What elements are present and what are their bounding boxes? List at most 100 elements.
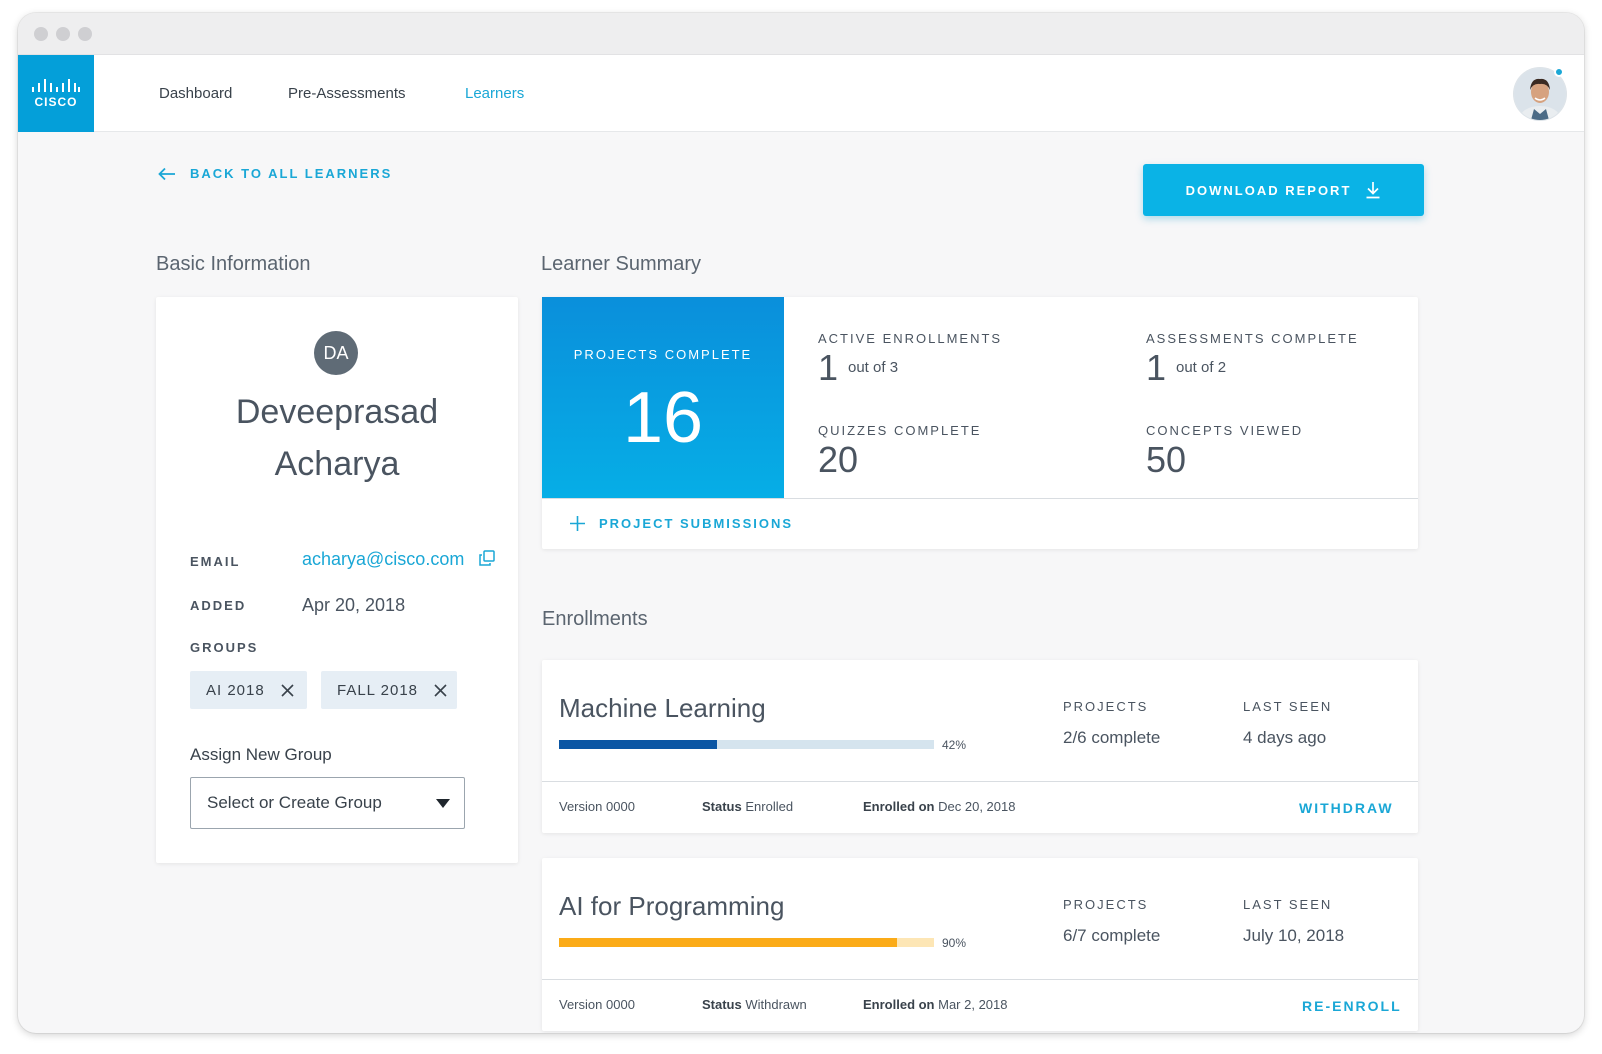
progress-percent: 42% xyxy=(942,738,967,752)
status-label: Status xyxy=(702,799,742,814)
projects-complete-value: 16 xyxy=(622,378,704,458)
basic-information-title: Basic Information xyxy=(156,253,311,275)
progress-bar xyxy=(559,740,934,749)
download-button-label: DOWNLOAD REPORT xyxy=(1185,182,1352,198)
enrolled-label: Enrolled on xyxy=(863,799,935,814)
enrolled-date: Dec 20, 2018 xyxy=(938,799,1016,814)
learner-summary-title: Learner Summary xyxy=(541,253,702,275)
last-seen-value: July 10, 2018 xyxy=(1243,926,1345,945)
window-minimize-dot[interactable] xyxy=(56,27,70,41)
version-label: Version xyxy=(559,997,603,1012)
projects-complete-tile: PROJECTS COMPLETE 16 xyxy=(542,297,784,498)
active-enrollments-total: out of 3 xyxy=(848,359,899,376)
quizzes-complete-label: QUIZZES COMPLETE xyxy=(818,423,982,438)
withdraw-button[interactable]: WITHDRAW xyxy=(1299,800,1394,816)
cisco-bars-icon xyxy=(32,79,80,92)
initials-avatar: DA xyxy=(314,331,358,375)
course-title[interactable]: AI for Programming xyxy=(559,891,784,922)
enrollments-title: Enrollments xyxy=(542,608,648,630)
online-status-dot xyxy=(1554,67,1564,77)
email-link[interactable]: acharya@cisco.com xyxy=(302,549,464,570)
projects-label: PROJECTS xyxy=(1063,699,1149,714)
close-icon[interactable] xyxy=(434,683,447,697)
last-seen-label: LAST SEEN xyxy=(1243,897,1333,912)
progress-fill xyxy=(559,938,897,947)
learner-first-name: Deveeprasad xyxy=(235,393,439,431)
enrollment-divider xyxy=(542,781,1418,782)
close-icon[interactable] xyxy=(281,683,294,697)
version-info: Version 0000 xyxy=(559,799,635,814)
logo-text: CISCO xyxy=(34,95,78,109)
version-value: 0000 xyxy=(606,997,635,1012)
group-chip: FALL 2018 xyxy=(321,671,457,709)
added-date: Apr 20, 2018 xyxy=(302,595,406,615)
enrollment-divider xyxy=(542,979,1418,980)
progress-fill xyxy=(559,740,717,749)
projects-progress: 2/6 complete xyxy=(1063,728,1161,747)
enrollment-card: AI for Programming 90% PROJECTS 6/7 comp… xyxy=(542,858,1418,1031)
quizzes-complete-value: 20 xyxy=(818,439,859,480)
basic-information-card: DA Deveeprasad Acharya EMAIL acharya@cis… xyxy=(156,297,518,863)
version-label: Version xyxy=(559,799,603,814)
enrolled-info: Enrolled on Dec 20, 2018 xyxy=(863,799,1015,814)
active-enrollments-label: ACTIVE ENROLLMENTS xyxy=(818,331,1003,346)
last-seen-label: LAST SEEN xyxy=(1243,699,1333,714)
status-info: Status Withdrawn xyxy=(702,997,807,1012)
course-title[interactable]: Machine Learning xyxy=(559,693,766,724)
status-info: Status Enrolled xyxy=(702,799,793,814)
enrolled-info: Enrolled on Mar 2, 2018 xyxy=(863,997,1008,1012)
last-seen-value: 4 days ago xyxy=(1243,728,1327,747)
window-maximize-dot[interactable] xyxy=(78,27,92,41)
plus-icon xyxy=(570,516,585,531)
group-chip: AI 2018 xyxy=(190,671,307,709)
group-select[interactable]: Select or Create Group xyxy=(190,777,465,829)
project-submissions-label: PROJECT SUBMISSIONS xyxy=(599,516,794,531)
assessments-complete-total: out of 2 xyxy=(1176,359,1227,376)
active-enrollments-value: 1 xyxy=(818,347,839,388)
projects-complete-label: PROJECTS COMPLETE xyxy=(573,347,753,362)
groups-label: GROUPS xyxy=(190,640,259,655)
top-navigation: CISCO Dashboard Pre-Assessments Learners xyxy=(18,55,1584,132)
learner-last-name: Acharya xyxy=(274,445,400,483)
arrow-left-icon xyxy=(158,167,175,180)
status-value: Enrolled xyxy=(745,799,794,814)
copy-icon[interactable] xyxy=(479,550,495,566)
version-value: 0000 xyxy=(606,799,635,814)
enrollment-card: Machine Learning 42% PROJECTS 2/6 comple… xyxy=(542,660,1418,833)
cisco-logo[interactable]: CISCO xyxy=(18,55,94,132)
caret-down-icon xyxy=(436,799,450,808)
progress-bar xyxy=(559,938,934,947)
status-value: Withdrawn xyxy=(745,997,807,1012)
group-chip-label: FALL 2018 xyxy=(337,681,419,699)
nav-dashboard[interactable]: Dashboard xyxy=(159,85,232,102)
progress-percent: 90% xyxy=(942,936,967,950)
assessments-complete-value: 1 xyxy=(1146,347,1167,388)
email-label: EMAIL xyxy=(190,554,241,569)
back-link-label: BACK TO ALL LEARNERS xyxy=(190,166,393,181)
status-label: Status xyxy=(702,997,742,1012)
project-submissions-toggle[interactable]: PROJECT SUBMISSIONS xyxy=(570,516,793,531)
window-close-dot[interactable] xyxy=(34,27,48,41)
concepts-viewed-label: CONCEPTS VIEWED xyxy=(1146,423,1304,438)
projects-label: PROJECTS xyxy=(1063,897,1149,912)
re-enroll-button[interactable]: RE-ENROLL xyxy=(1302,998,1402,1014)
summary-divider xyxy=(542,498,1418,499)
group-chip-label: AI 2018 xyxy=(206,681,265,699)
enrolled-label: Enrolled on xyxy=(863,997,935,1012)
assign-group-label: Assign New Group xyxy=(190,745,332,764)
window-chrome xyxy=(18,13,1584,55)
download-report-button[interactable]: DOWNLOAD REPORT xyxy=(1143,164,1424,216)
browser-window: CISCO Dashboard Pre-Assessments Learners… xyxy=(18,13,1584,1033)
concepts-viewed-value: 50 xyxy=(1146,439,1187,480)
group-select-value: Select or Create Group xyxy=(207,793,382,812)
back-to-learners-link[interactable]: BACK TO ALL LEARNERS xyxy=(158,166,392,181)
enrolled-date: Mar 2, 2018 xyxy=(938,997,1008,1012)
learner-summary-card: PROJECTS COMPLETE 16 ACTIVE ENROLLMENTS … xyxy=(542,297,1418,549)
assessments-complete-label: ASSESSMENTS COMPLETE xyxy=(1146,331,1359,346)
added-label: ADDED xyxy=(190,598,247,613)
download-icon xyxy=(1366,182,1380,199)
version-info: Version 0000 xyxy=(559,997,635,1012)
projects-progress: 6/7 complete xyxy=(1063,926,1161,945)
nav-pre-assessments[interactable]: Pre-Assessments xyxy=(288,85,406,102)
nav-learners[interactable]: Learners xyxy=(465,85,524,102)
